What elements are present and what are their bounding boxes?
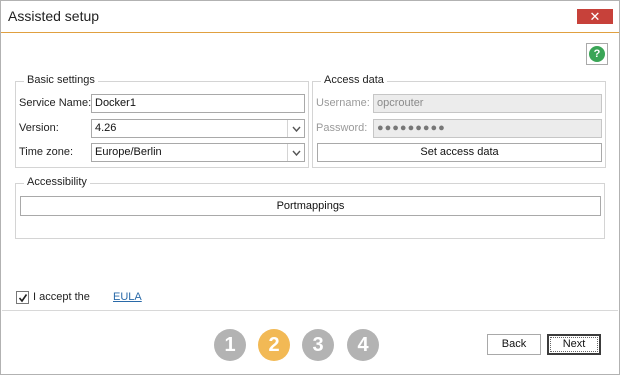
timezone-value: Europe/Berlin bbox=[95, 146, 162, 158]
timezone-label: Time zone: bbox=[19, 146, 74, 158]
chevron-down-icon[interactable] bbox=[287, 120, 304, 137]
accessibility-group: Accessibility Portmappings bbox=[15, 176, 605, 239]
eula-label: I accept the bbox=[33, 291, 90, 303]
password-input[interactable]: ●●●●●●●●● bbox=[373, 119, 602, 138]
service-name-label: Service Name: bbox=[19, 97, 92, 109]
close-icon: ✕ bbox=[589, 9, 601, 24]
step-4-indicator: 4 bbox=[347, 329, 379, 361]
version-select[interactable]: 4.26 bbox=[91, 119, 305, 138]
title-bar: Assisted setup ✕ bbox=[1, 1, 619, 33]
accessibility-legend: Accessibility bbox=[24, 176, 90, 188]
password-label: Password: bbox=[316, 122, 368, 134]
eula-link[interactable]: EULA bbox=[113, 291, 142, 303]
version-label: Version: bbox=[19, 122, 59, 134]
assisted-setup-window: Assisted setup ✕ ? Basic settings Servic… bbox=[0, 0, 620, 375]
help-button[interactable]: ? bbox=[586, 43, 608, 65]
chevron-down-icon[interactable] bbox=[287, 144, 304, 161]
basic-settings-group: Basic settings Service Name: Docker1 Ver… bbox=[15, 74, 309, 168]
step-2-indicator: 2 bbox=[258, 329, 290, 361]
access-data-legend: Access data bbox=[321, 74, 387, 86]
eula-checkbox[interactable] bbox=[16, 291, 29, 304]
username-label: Username: bbox=[316, 97, 370, 109]
step-1-indicator: 1 bbox=[214, 329, 246, 361]
set-access-data-button[interactable]: Set access data bbox=[317, 143, 602, 162]
timezone-select[interactable]: Europe/Berlin bbox=[91, 143, 305, 162]
service-name-input[interactable]: Docker1 bbox=[91, 94, 305, 113]
window-title: Assisted setup bbox=[8, 8, 100, 24]
step-3-indicator: 3 bbox=[302, 329, 334, 361]
access-data-group: Access data Username: opcrouter Password… bbox=[312, 74, 606, 168]
portmappings-button[interactable]: Portmappings bbox=[20, 196, 601, 216]
help-icon: ? bbox=[589, 46, 605, 62]
next-button[interactable]: Next bbox=[547, 334, 601, 355]
checkmark-icon bbox=[18, 293, 27, 302]
back-button[interactable]: Back bbox=[487, 334, 541, 355]
close-button[interactable]: ✕ bbox=[577, 9, 613, 24]
footer-divider bbox=[2, 310, 618, 311]
username-input[interactable]: opcrouter bbox=[373, 94, 602, 113]
basic-settings-legend: Basic settings bbox=[24, 74, 98, 86]
version-value: 4.26 bbox=[95, 122, 117, 134]
